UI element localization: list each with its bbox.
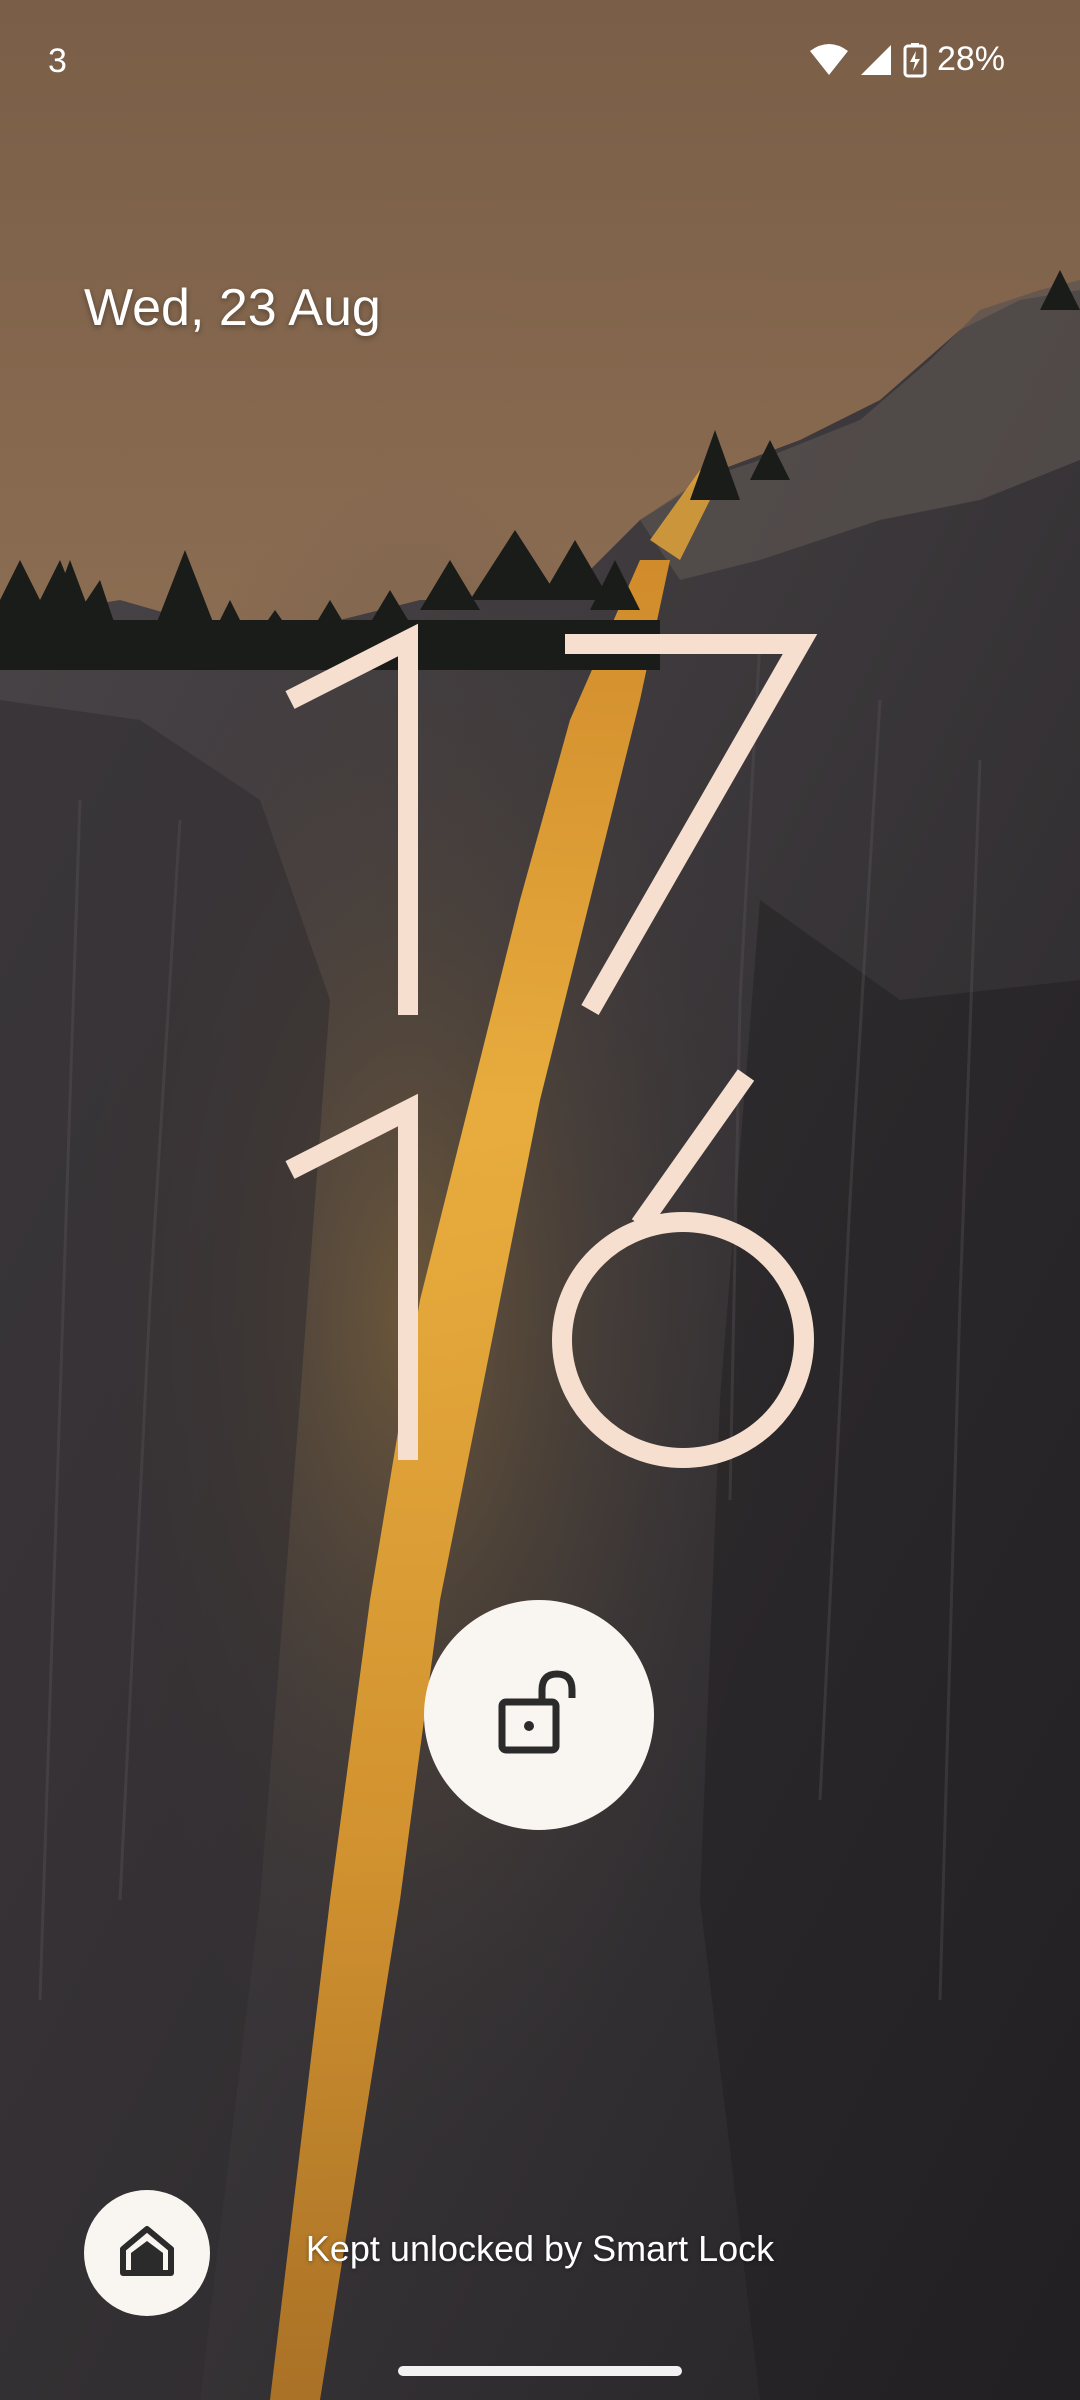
status-bar: 3 28% bbox=[0, 0, 1080, 130]
lockscreen-date: Wed, 23 Aug bbox=[84, 279, 381, 337]
smart-lock-status: Kept unlocked by Smart Lock bbox=[305, 2228, 775, 2269]
lock-screen: 3 28% Wed, 23 Aug Kept unlocked by Smart… bbox=[0, 0, 1080, 2400]
gesture-nav-handle[interactable] bbox=[398, 2366, 682, 2376]
wifi-icon bbox=[809, 43, 849, 77]
battery-charging-icon bbox=[903, 42, 927, 78]
wallpaper bbox=[0, 0, 1080, 2400]
notification-count: 3 bbox=[48, 42, 67, 80]
cellular-signal-icon bbox=[859, 43, 893, 77]
battery-percent: 28% bbox=[936, 40, 1005, 78]
status-icons: 28% bbox=[809, 40, 1005, 79]
unlock-button[interactable] bbox=[424, 1600, 654, 1830]
unlocked-padlock-icon bbox=[494, 1668, 584, 1763]
